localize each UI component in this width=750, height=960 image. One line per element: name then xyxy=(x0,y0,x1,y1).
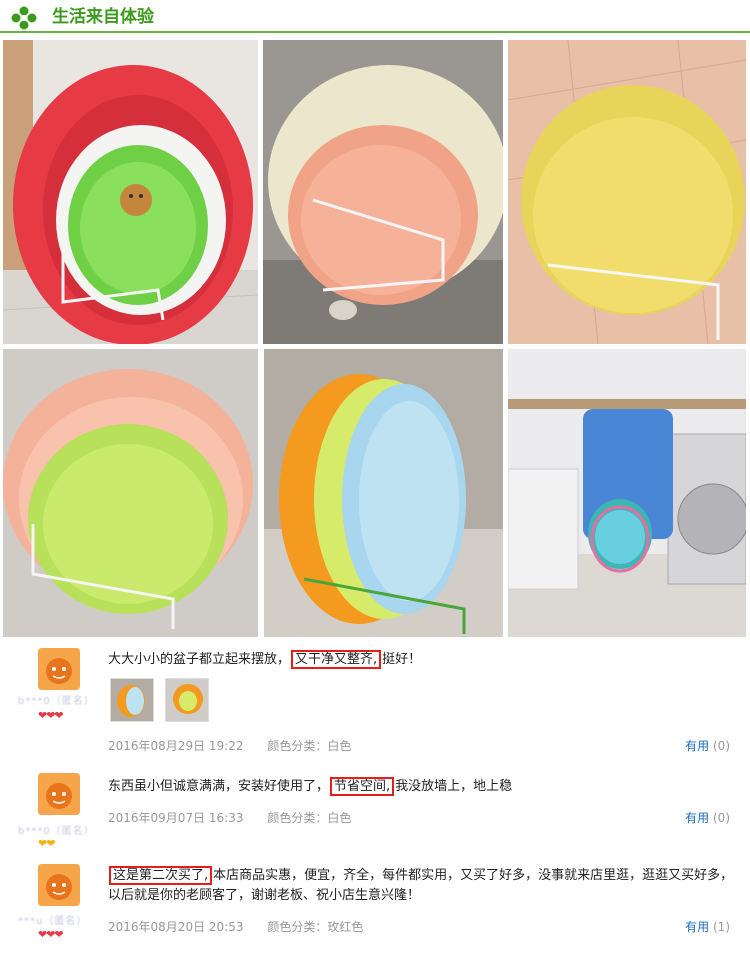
header-divider xyxy=(0,31,750,33)
review-text: 东西虽小但诚意满满，安装好使用了， 节省空间, 我没放墙上，地上稳 xyxy=(108,777,740,797)
review-photo-thumbnail[interactable] xyxy=(110,678,154,722)
avatar xyxy=(38,773,80,815)
review-text-part: 我没放墙上，地上稳 xyxy=(395,779,513,794)
photo-orange-blue-basins xyxy=(264,349,503,637)
credit-badges: ❤❤❤ xyxy=(38,928,64,941)
photo-cream-pink-basins xyxy=(263,40,503,344)
highlight-box: 又干净又整齐, xyxy=(291,650,382,669)
useful-button[interactable]: 有用 (1) xyxy=(685,918,730,935)
avatar xyxy=(38,864,80,906)
useful-button[interactable]: 有用 (0) xyxy=(685,809,730,826)
section-header: 生活来自体验 xyxy=(0,0,750,34)
photo-yellow-basin xyxy=(508,40,746,344)
photo-pink-green-basins xyxy=(3,349,258,637)
useful-label[interactable]: 有用 xyxy=(685,920,709,934)
review-meta: 2016年08月20日 20:53 颜色分类：玫红色 xyxy=(108,918,383,935)
review-item: b***0（匿名） ❤❤❤ 大大小小的盆子都立起来摆放， 又干净又整齐, 挺好！ 2… xyxy=(0,640,750,760)
review-text-part: 东西虽小但诚意满满，安装好使用了， xyxy=(108,779,330,794)
user-name: ***u（匿名） xyxy=(18,916,88,927)
review-color: 颜色分类：玫红色 xyxy=(267,920,364,934)
highlight-box: 节省空间, xyxy=(330,777,395,796)
review-date: 2016年08月20日 20:53 xyxy=(108,920,244,934)
user-name: b***0（匿名） xyxy=(18,696,95,707)
review-text: 这是第二次买了, 本店商品实惠，便宜，齐全，每件都实用，又买了好多，没事就来店里逛… xyxy=(108,866,744,906)
review-color: 颜色分类：白色 xyxy=(267,739,352,753)
clover-icon xyxy=(11,6,37,30)
review-date: 2016年08月29日 19:22 xyxy=(108,739,244,753)
review-item: b***0（匿名） ❤❤ 东西虽小但诚意满满，安装好使用了， 节省空间, 我没放墙上… xyxy=(0,765,750,855)
review-item: ***u（匿名） ❤❤❤ 这是第二次买了, 本店商品实惠，便宜，齐全，每件都实用，… xyxy=(0,856,750,960)
review-meta: 2016年08月29日 19:22 颜色分类：白色 xyxy=(108,737,371,754)
useful-count: (0) xyxy=(713,811,730,825)
review-text-part: 挺好！ xyxy=(382,652,422,667)
review-meta: 2016年09月07日 16:33 颜色分类：白色 xyxy=(108,809,371,826)
useful-count: (1) xyxy=(713,920,730,934)
useful-button[interactable]: 有用 (0) xyxy=(685,737,730,754)
review-date: 2016年09月07日 16:33 xyxy=(108,811,244,825)
user-name: b***0（匿名） xyxy=(18,826,95,837)
highlight-box: 这是第二次买了, xyxy=(109,866,213,885)
review-text: 大大小小的盆子都立起来摆放， 又干净又整齐, 挺好！ xyxy=(108,650,740,670)
useful-label[interactable]: 有用 xyxy=(685,739,709,753)
useful-label[interactable]: 有用 xyxy=(685,811,709,825)
credit-badges: ❤❤❤ xyxy=(38,709,64,722)
section-title: 生活来自体验 xyxy=(52,7,154,27)
useful-count: (0) xyxy=(713,739,730,753)
review-color: 颜色分类：白色 xyxy=(267,811,352,825)
review-photo-thumbnail[interactable] xyxy=(165,678,209,722)
avatar xyxy=(38,648,80,690)
photo-red-basins-on-rack xyxy=(3,40,258,344)
review-text-part: 大大小小的盆子都立起来摆放， xyxy=(108,652,291,667)
credit-badges: ❤❤ xyxy=(38,837,55,850)
photo-laundry-room-basins xyxy=(508,349,746,637)
